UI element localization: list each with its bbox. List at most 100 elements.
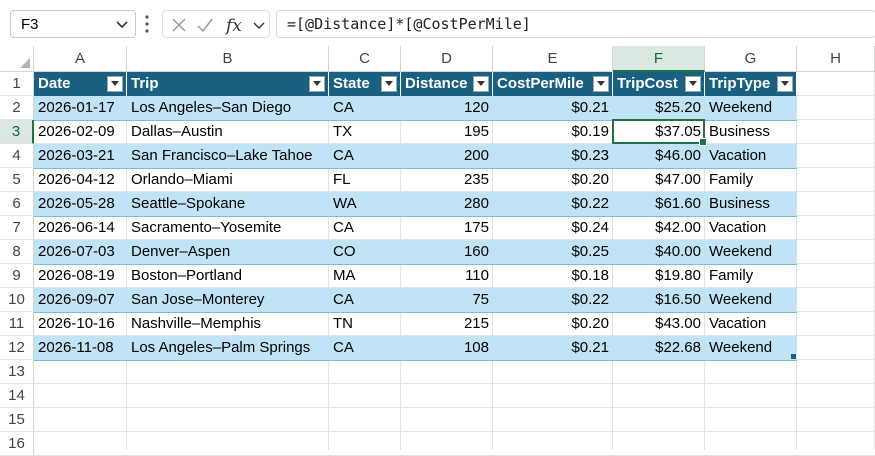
table-cell-distance[interactable]: 280 (401, 192, 493, 216)
table-cell-distance[interactable]: 120 (401, 96, 493, 120)
table-cell-trip[interactable]: Dallas–Austin (127, 120, 329, 144)
name-box-value[interactable]: F3 (21, 16, 39, 33)
table-cell-tripcost[interactable]: $25.20 (613, 96, 705, 120)
table-cell-tripcost[interactable]: $61.60 (613, 192, 705, 216)
table-cell-distance[interactable]: 75 (401, 288, 493, 312)
table-cell-tripcost[interactable]: $42.00 (613, 216, 705, 240)
table-cell-distance[interactable]: 110 (401, 264, 493, 288)
row-header-3[interactable]: 3 (0, 120, 34, 144)
table-cell-trip[interactable]: Denver–Aspen (127, 240, 329, 264)
column-header-F[interactable]: F (613, 46, 705, 72)
table-cell-trip[interactable]: Seattle–Spokane (127, 192, 329, 216)
fx-icon[interactable]: fx (225, 15, 251, 35)
table-cell-date[interactable]: 2026-07-03 (34, 240, 127, 264)
row-header-6[interactable]: 6 (0, 192, 34, 216)
chevron-down-icon[interactable] (113, 15, 131, 33)
row-header-14[interactable]: 14 (0, 384, 34, 408)
cancel-x-icon[interactable] (169, 15, 189, 35)
filter-dropdown-icon[interactable] (309, 76, 325, 92)
table-cell-distance[interactable]: 160 (401, 240, 493, 264)
table-cell-tripcost[interactable]: $16.50 (613, 288, 705, 312)
table-cell-triptype[interactable]: Vacation (705, 312, 797, 336)
table-cell-trip[interactable]: Nashville–Memphis (127, 312, 329, 336)
chevron-down-icon[interactable] (251, 15, 267, 35)
table-cell-costpermile[interactable]: $0.21 (493, 96, 613, 120)
table-cell-triptype[interactable]: Weekend (705, 336, 797, 360)
table-cell-distance[interactable]: 175 (401, 216, 493, 240)
table-cell-state[interactable]: CA (329, 144, 401, 168)
row-header-15[interactable]: 15 (0, 408, 34, 432)
table-cell-distance[interactable]: 195 (401, 120, 493, 144)
table-cell-distance[interactable]: 215 (401, 312, 493, 336)
column-header-B[interactable]: B (127, 46, 329, 72)
table-cell-state[interactable]: CA (329, 288, 401, 312)
table-cell-trip[interactable]: Sacramento–Yosemite (127, 216, 329, 240)
column-header-C[interactable]: C (329, 46, 401, 72)
table-cell-costpermile[interactable]: $0.20 (493, 312, 613, 336)
select-all-button[interactable] (0, 46, 34, 72)
table-cell-costpermile[interactable]: $0.23 (493, 144, 613, 168)
table-cell-date[interactable]: 2026-03-21 (34, 144, 127, 168)
row-header-7[interactable]: 7 (0, 216, 34, 240)
table-cell-distance[interactable]: 200 (401, 144, 493, 168)
table-cell-tripcost[interactable]: $46.00 (613, 144, 705, 168)
table-header-cell[interactable]: Distance (401, 72, 493, 96)
table-cell-date[interactable]: 2026-02-09 (34, 120, 127, 144)
table-cell-tripcost[interactable]: $43.00 (613, 312, 705, 336)
table-cell-distance[interactable]: 108 (401, 336, 493, 360)
table-header-cell[interactable]: CostPerMile (493, 72, 613, 96)
table-cell-date[interactable]: 2026-06-14 (34, 216, 127, 240)
row-header-12[interactable]: 12 (0, 336, 34, 360)
table-cell-state[interactable]: TX (329, 120, 401, 144)
table-cell-trip[interactable]: San Francisco–Lake Tahoe (127, 144, 329, 168)
table-cell-date[interactable]: 2026-08-19 (34, 264, 127, 288)
column-header-D[interactable]: D (401, 46, 493, 72)
row-header-11[interactable]: 11 (0, 312, 34, 336)
row-header-16[interactable]: 16 (0, 432, 34, 456)
table-cell-triptype[interactable]: Weekend (705, 96, 797, 120)
filter-dropdown-icon[interactable] (107, 76, 123, 92)
table-cell-tripcost[interactable]: $40.00 (613, 240, 705, 264)
table-cell-tripcost[interactable]: $19.80 (613, 264, 705, 288)
formula-text[interactable]: =[@Distance]*[@CostPerMile] (287, 15, 531, 33)
table-cell-costpermile[interactable]: $0.22 (493, 192, 613, 216)
table-cell-state[interactable]: CA (329, 96, 401, 120)
table-cell-state[interactable]: CA (329, 336, 401, 360)
table-cell-date[interactable]: 2026-09-07 (34, 288, 127, 312)
filter-dropdown-icon[interactable] (593, 76, 609, 92)
column-header-A[interactable]: A (34, 46, 127, 72)
column-header-G[interactable]: G (705, 46, 797, 72)
table-cell-trip[interactable]: San Jose–Monterey (127, 288, 329, 312)
table-cell-tripcost[interactable]: $37.05 (613, 120, 705, 144)
table-cell-state[interactable]: CO (329, 240, 401, 264)
table-cell-date[interactable]: 2026-05-28 (34, 192, 127, 216)
filter-dropdown-icon[interactable] (777, 76, 793, 92)
table-cell-date[interactable]: 2026-04-12 (34, 168, 127, 192)
table-cell-triptype[interactable]: Family (705, 168, 797, 192)
row-header-10[interactable]: 10 (0, 288, 34, 312)
cell-area[interactable]: Date Trip State Distance CostPerMile TripCost… (34, 72, 875, 456)
row-header-13[interactable]: 13 (0, 360, 34, 384)
column-header-H[interactable]: H (797, 46, 875, 72)
table-header-cell[interactable]: TripCost (613, 72, 705, 96)
table-cell-costpermile[interactable]: $0.25 (493, 240, 613, 264)
table-cell-date[interactable]: 2026-01-17 (34, 96, 127, 120)
table-cell-triptype[interactable]: Business (705, 192, 797, 216)
table-cell-triptype[interactable]: Family (705, 264, 797, 288)
table-cell-date[interactable]: 2026-10-16 (34, 312, 127, 336)
table-cell-costpermile[interactable]: $0.18 (493, 264, 613, 288)
row-header-2[interactable]: 2 (0, 96, 34, 120)
table-cell-date[interactable]: 2026-11-08 (34, 336, 127, 360)
table-cell-trip[interactable]: Los Angeles–San Diego (127, 96, 329, 120)
table-cell-triptype[interactable]: Vacation (705, 216, 797, 240)
table-header-cell[interactable]: Trip (127, 72, 329, 96)
table-cell-state[interactable]: TN (329, 312, 401, 336)
filter-dropdown-icon[interactable] (685, 76, 701, 92)
filter-dropdown-icon[interactable] (381, 76, 397, 92)
table-cell-state[interactable]: FL (329, 168, 401, 192)
row-header-4[interactable]: 4 (0, 144, 34, 168)
table-cell-costpermile[interactable]: $0.19 (493, 120, 613, 144)
table-cell-costpermile[interactable]: $0.21 (493, 336, 613, 360)
table-cell-costpermile[interactable]: $0.24 (493, 216, 613, 240)
table-cell-trip[interactable]: Orlando–Miami (127, 168, 329, 192)
